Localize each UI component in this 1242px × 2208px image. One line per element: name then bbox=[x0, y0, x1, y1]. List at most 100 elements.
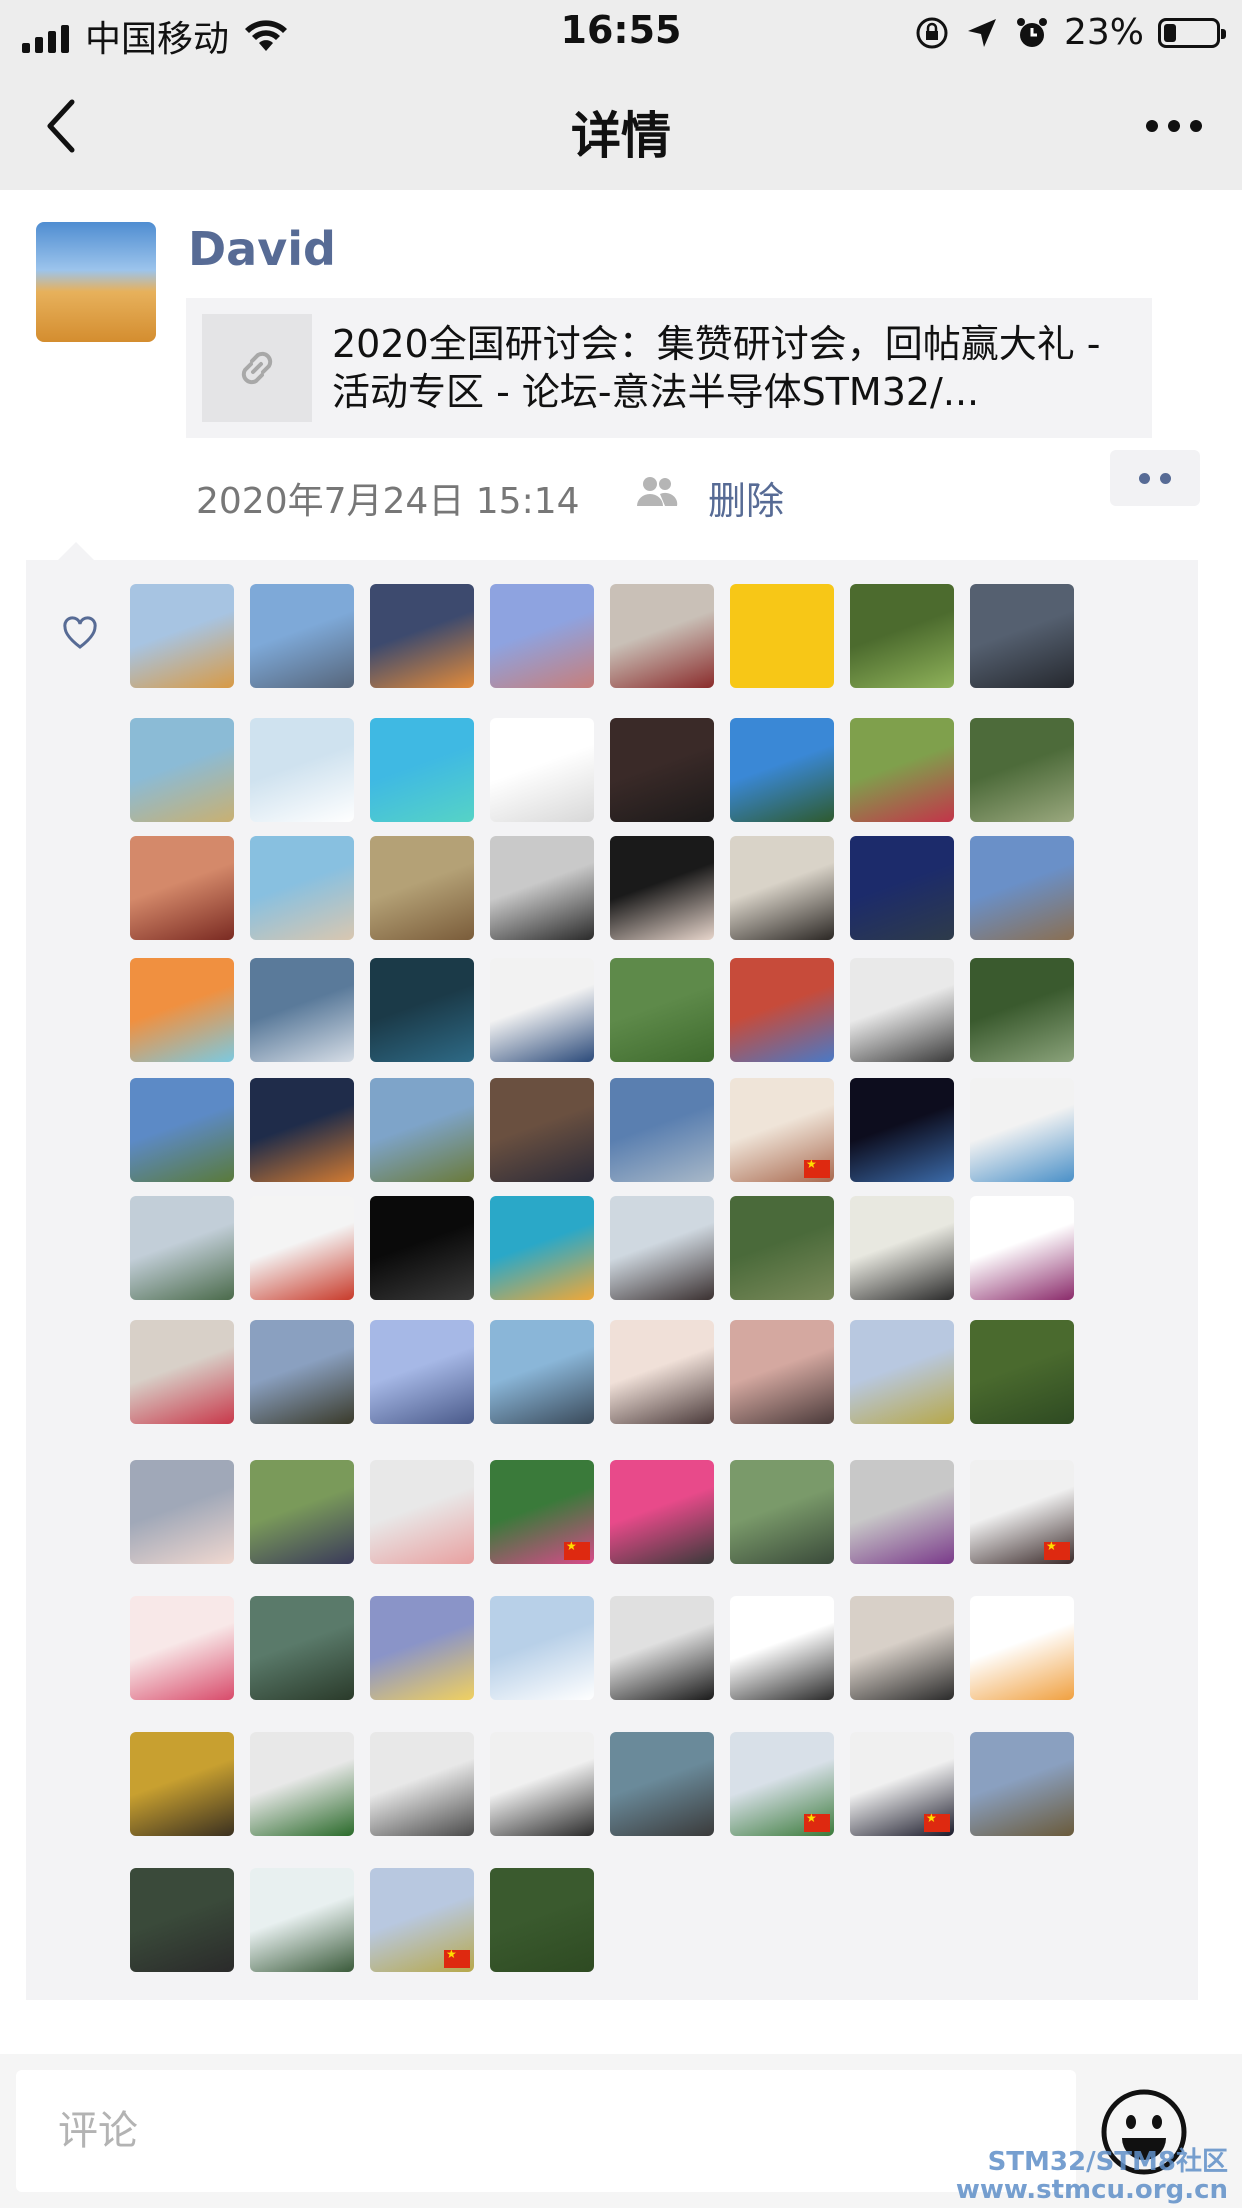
liker-avatar[interactable] bbox=[850, 1078, 954, 1182]
liker-avatar[interactable] bbox=[730, 1732, 834, 1836]
liker-avatar[interactable] bbox=[370, 1460, 474, 1564]
liker-avatar[interactable] bbox=[610, 584, 714, 688]
liker-avatar[interactable] bbox=[850, 1460, 954, 1564]
author-avatar[interactable] bbox=[36, 222, 156, 342]
liker-avatar[interactable] bbox=[610, 836, 714, 940]
liker-avatar[interactable] bbox=[730, 584, 834, 688]
liker-avatar[interactable] bbox=[850, 718, 954, 822]
liker-avatar[interactable] bbox=[730, 1460, 834, 1564]
liker-avatar[interactable] bbox=[970, 836, 1074, 940]
liker-avatar[interactable] bbox=[130, 1078, 234, 1182]
liker-avatar[interactable] bbox=[490, 836, 594, 940]
liker-avatar[interactable] bbox=[250, 958, 354, 1062]
liker-avatar[interactable] bbox=[130, 1460, 234, 1564]
liker-avatar[interactable] bbox=[250, 1732, 354, 1836]
liker-avatar[interactable] bbox=[370, 1320, 474, 1424]
liker-avatar[interactable] bbox=[730, 1078, 834, 1182]
liker-avatar[interactable] bbox=[370, 1078, 474, 1182]
battery-icon bbox=[1158, 17, 1226, 48]
liker-avatar[interactable] bbox=[250, 1078, 354, 1182]
liker-avatar[interactable] bbox=[130, 958, 234, 1062]
liker-avatar[interactable] bbox=[970, 718, 1074, 822]
liker-avatar[interactable] bbox=[610, 1078, 714, 1182]
liker-avatar[interactable] bbox=[130, 1732, 234, 1836]
liker-avatar[interactable] bbox=[130, 836, 234, 940]
liker-avatar[interactable] bbox=[970, 958, 1074, 1062]
liker-avatar[interactable] bbox=[370, 1196, 474, 1300]
watermark-line1: STM32/STM8社区 bbox=[987, 2147, 1228, 2177]
liker-avatar[interactable] bbox=[370, 1732, 474, 1836]
liker-avatar[interactable] bbox=[130, 1196, 234, 1300]
liker-avatar[interactable] bbox=[730, 1196, 834, 1300]
liker-avatar[interactable] bbox=[250, 584, 354, 688]
battery-level bbox=[1164, 23, 1176, 42]
comment-like-action-button[interactable] bbox=[1110, 450, 1200, 506]
flag-badge bbox=[444, 1947, 470, 1968]
liker-avatar[interactable] bbox=[370, 836, 474, 940]
liker-avatar[interactable] bbox=[850, 1196, 954, 1300]
shared-link-card[interactable]: 2020全国研讨会：集赞研讨会，回帖赢大礼 - 活动专区 - 论坛-意法半导体S… bbox=[186, 298, 1152, 438]
liker-avatar[interactable] bbox=[850, 836, 954, 940]
liker-avatar[interactable] bbox=[970, 1460, 1074, 1564]
liker-avatar[interactable] bbox=[850, 1732, 954, 1836]
liker-avatar[interactable] bbox=[370, 1868, 474, 1972]
liker-avatar[interactable] bbox=[850, 958, 954, 1062]
liker-avatar[interactable] bbox=[490, 1868, 594, 1972]
more-icon[interactable] bbox=[1146, 116, 1202, 136]
liker-avatar[interactable] bbox=[970, 1078, 1074, 1182]
liker-avatar[interactable] bbox=[130, 584, 234, 688]
liker-avatar[interactable] bbox=[970, 1320, 1074, 1424]
liker-avatar[interactable] bbox=[250, 836, 354, 940]
liker-avatar[interactable] bbox=[250, 1596, 354, 1700]
liker-avatar[interactable] bbox=[370, 958, 474, 1062]
liker-avatar[interactable] bbox=[490, 718, 594, 822]
liker-avatar[interactable] bbox=[250, 1320, 354, 1424]
liker-avatar[interactable] bbox=[850, 1596, 954, 1700]
liker-avatar[interactable] bbox=[370, 1596, 474, 1700]
flag-badge bbox=[804, 1157, 830, 1178]
liker-avatar[interactable] bbox=[730, 1596, 834, 1700]
liker-avatar[interactable] bbox=[130, 1868, 234, 1972]
liker-avatar[interactable] bbox=[970, 584, 1074, 688]
liker-avatar[interactable] bbox=[730, 1320, 834, 1424]
liker-avatar[interactable] bbox=[490, 584, 594, 688]
liker-avatar[interactable] bbox=[850, 584, 954, 688]
author-name[interactable]: David bbox=[188, 222, 336, 276]
likes-caret bbox=[58, 542, 94, 560]
liker-avatar[interactable] bbox=[850, 1320, 954, 1424]
liker-avatar[interactable] bbox=[130, 1596, 234, 1700]
liker-avatar[interactable] bbox=[610, 1196, 714, 1300]
liker-avatar[interactable] bbox=[610, 1596, 714, 1700]
liker-avatar[interactable] bbox=[970, 1596, 1074, 1700]
liker-avatar[interactable] bbox=[490, 958, 594, 1062]
alarm-icon bbox=[1016, 17, 1047, 47]
liker-avatar[interactable] bbox=[730, 958, 834, 1062]
liker-avatar[interactable] bbox=[730, 836, 834, 940]
link-title: 2020全国研讨会：集赞研讨会，回帖赢大礼 - 活动专区 - 论坛-意法半导体S… bbox=[332, 322, 1101, 414]
liker-avatar[interactable] bbox=[490, 1732, 594, 1836]
liker-avatar[interactable] bbox=[610, 1460, 714, 1564]
liker-avatar[interactable] bbox=[970, 1732, 1074, 1836]
liker-avatar[interactable] bbox=[610, 718, 714, 822]
liker-avatar[interactable] bbox=[490, 1460, 594, 1564]
liker-avatar[interactable] bbox=[250, 718, 354, 822]
liker-avatar[interactable] bbox=[370, 584, 474, 688]
liker-avatar[interactable] bbox=[610, 1320, 714, 1424]
liker-avatar[interactable] bbox=[970, 1196, 1074, 1300]
delete-link[interactable]: 删除 bbox=[708, 470, 784, 525]
liker-avatar[interactable] bbox=[490, 1196, 594, 1300]
heart-icon bbox=[63, 616, 97, 649]
liker-avatar[interactable] bbox=[490, 1078, 594, 1182]
liker-avatar[interactable] bbox=[610, 958, 714, 1062]
liker-avatar[interactable] bbox=[250, 1196, 354, 1300]
liker-avatar[interactable] bbox=[490, 1320, 594, 1424]
liker-avatar[interactable] bbox=[250, 1460, 354, 1564]
liker-avatar[interactable] bbox=[130, 718, 234, 822]
liker-avatar[interactable] bbox=[130, 1320, 234, 1424]
liker-avatar[interactable] bbox=[250, 1868, 354, 1972]
liker-avatar[interactable] bbox=[490, 1596, 594, 1700]
liker-avatar[interactable] bbox=[730, 718, 834, 822]
comment-input[interactable]: 评论 bbox=[16, 2070, 1076, 2192]
liker-avatar[interactable] bbox=[370, 718, 474, 822]
liker-avatar[interactable] bbox=[610, 1732, 714, 1836]
